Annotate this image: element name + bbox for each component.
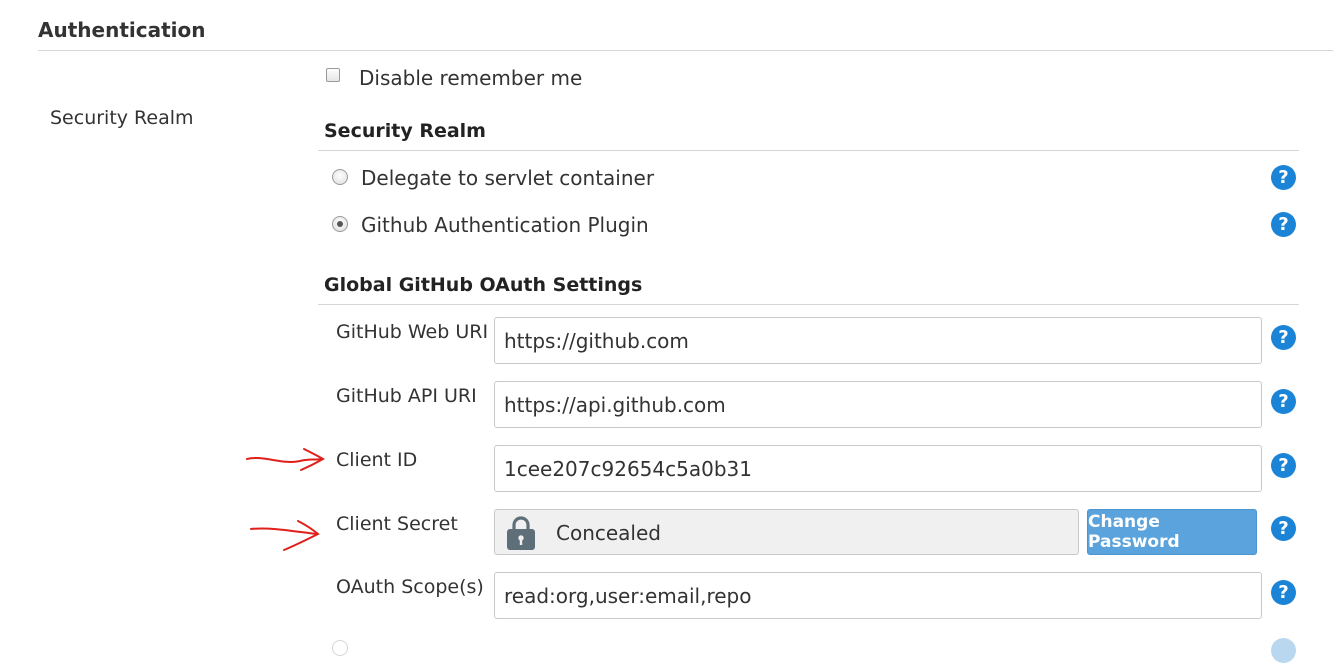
oauth-scopes-label: OAuth Scope(s) — [336, 576, 484, 598]
security-realm-divider — [318, 150, 1299, 151]
section-title: Authentication — [38, 18, 206, 42]
security-realm-title: Security Realm — [324, 120, 486, 142]
github-web-uri-label: GitHub Web URI — [336, 321, 489, 343]
annotation-arrow-icon — [246, 448, 325, 471]
client-secret-concealed-field: Concealed — [494, 509, 1079, 555]
lock-icon — [507, 516, 535, 550]
change-password-button[interactable]: Change Password — [1087, 509, 1257, 555]
delegate-servlet-label: Delegate to servlet container — [361, 166, 655, 190]
github-auth-label: Github Authentication Plugin — [361, 213, 649, 237]
oauth-settings-title: Global GitHub OAuth Settings — [324, 274, 643, 296]
help-icon[interactable]: ? — [1271, 389, 1296, 414]
cut-off-radio[interactable] — [332, 640, 348, 656]
help-icon[interactable]: ? — [1271, 212, 1296, 237]
annotation-arrow-icon — [250, 520, 320, 551]
disable-remember-me-label: Disable remember me — [359, 66, 583, 90]
github-api-uri-label: GitHub API URI — [336, 385, 477, 407]
help-icon[interactable]: ? — [1271, 453, 1296, 478]
github-api-uri-input[interactable]: https://api.github.com — [494, 381, 1262, 428]
help-icon[interactable]: ? — [1271, 516, 1296, 541]
disable-remember-me-checkbox[interactable] — [326, 68, 340, 82]
oauth-settings-divider — [318, 304, 1299, 305]
security-realm-side-label: Security Realm — [50, 107, 194, 129]
oauth-scopes-input[interactable]: read:org,user:email,repo — [494, 572, 1262, 619]
client-secret-concealed-text: Concealed — [556, 521, 661, 545]
cut-off-help-icon[interactable] — [1271, 638, 1296, 663]
github-auth-radio[interactable] — [332, 216, 348, 232]
client-id-label: Client ID — [336, 449, 418, 471]
help-icon[interactable]: ? — [1271, 580, 1296, 605]
section-divider — [38, 50, 1333, 51]
help-icon[interactable]: ? — [1271, 325, 1296, 350]
delegate-servlet-radio[interactable] — [332, 169, 348, 185]
client-id-input[interactable]: 1cee207c92654c5a0b31 — [494, 445, 1262, 492]
github-web-uri-input[interactable]: https://github.com — [494, 317, 1262, 364]
help-icon[interactable]: ? — [1271, 165, 1296, 190]
client-secret-label: Client Secret — [336, 513, 458, 535]
